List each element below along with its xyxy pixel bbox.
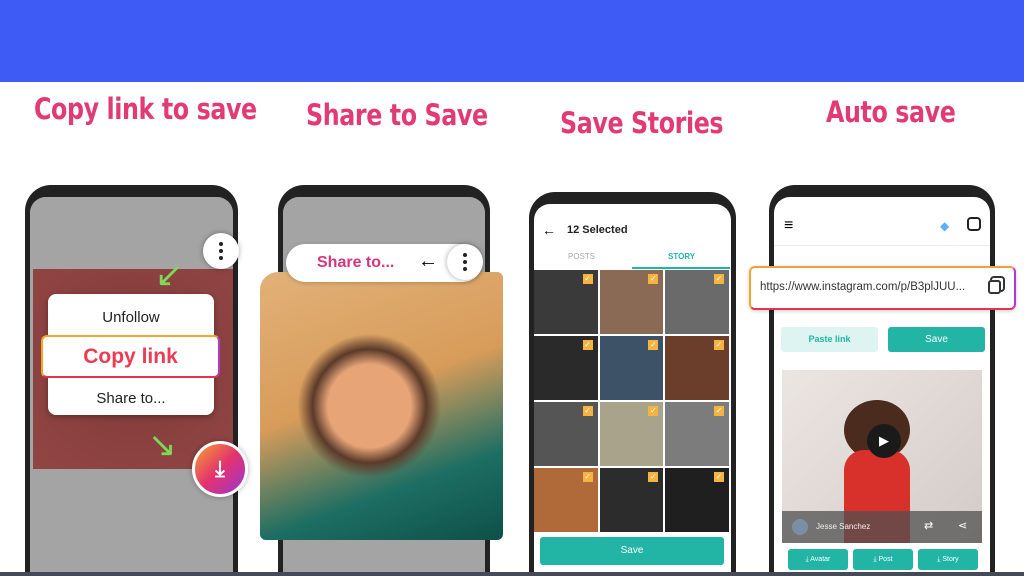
more-vert-icon[interactable] [203,233,239,269]
story-thumb[interactable]: ✓ [599,270,664,334]
phone-3: ← 12 Selected POSTS STORY ✓ ✓ ✓ ✓ ✓ ✓ ✓ … [529,192,736,576]
play-icon[interactable]: ▶ [867,424,901,458]
video-preview[interactable]: ▶ Jesse Sanchez ⇄ ⋖ [782,370,982,543]
url-text: https://www.instagram.com/p/B3plJUU... [760,281,966,293]
tab-posts[interactable]: POSTS [568,252,595,261]
story-thumb[interactable]: ✓ [665,336,729,400]
share-icon[interactable]: ⋖ [958,519,967,532]
story-thumb[interactable]: ✓ [534,270,598,334]
avatar [792,519,808,535]
download-story-button[interactable]: ⤓ Story [918,549,978,570]
tab-story[interactable]: STORY [668,252,695,261]
diamond-icon[interactable]: ◆ [940,219,949,233]
story-thumb[interactable]: ✓ [534,468,598,532]
url-field[interactable]: https://www.instagram.com/p/B3plJUU... [749,266,1016,310]
story-thumb[interactable]: ✓ [665,402,729,466]
menu-unfollow[interactable]: Unfollow [48,294,214,326]
title-stories: Save Stories [560,106,724,140]
story-thumb[interactable]: ✓ [665,468,729,532]
instagram-icon[interactable] [967,217,981,231]
username: Jesse Sanchez [816,522,871,531]
share-to-label: Share to... [317,254,395,271]
phone-4: ≡ ◆ Paste link Save ▶ Jesse Sanchez ⇄ ⋖ … [769,185,995,576]
hamburger-menu-icon[interactable]: ≡ [784,217,793,235]
download-post-button[interactable]: ⤓ Post [853,549,913,570]
repost-icon[interactable]: ⇄ [924,519,933,532]
save-button[interactable]: Save [540,537,724,565]
copy-icon[interactable] [988,280,1001,294]
title-share: Share to Save [306,98,488,132]
menu-copy-link[interactable]: Copy link [41,335,220,378]
selected-header: 12 Selected [567,224,628,236]
story-thumb[interactable]: ✓ [665,270,729,334]
arrow-left-icon: ← [418,250,438,272]
top-banner [0,0,1024,82]
story-thumb[interactable]: ✓ [599,336,664,400]
paste-link-button[interactable]: Paste link [781,327,878,352]
arrow-icon: ↘ [148,426,177,464]
photo-woman-hat [260,272,503,540]
arrow-icon: ↙ [155,256,184,294]
back-arrow-icon[interactable]: ← [542,222,556,238]
title-copy-link: Copy link to save [34,92,257,126]
more-vert-icon[interactable] [447,244,483,280]
story-thumb[interactable]: ✓ [534,336,598,400]
story-grid: ✓ ✓ ✓ ✓ ✓ ✓ ✓ ✓ ✓ ✓ ✓ ✓ [534,270,729,532]
download-avatar-button[interactable]: ⤓ Avatar [788,549,848,570]
download-icon[interactable]: ⤓ [192,441,248,497]
story-thumb[interactable]: ✓ [534,402,598,466]
title-auto-save: Auto save [826,95,956,129]
save-button[interactable]: Save [888,327,985,352]
story-thumb[interactable]: ✓ [599,468,664,532]
story-thumb[interactable]: ✓ [599,402,664,466]
